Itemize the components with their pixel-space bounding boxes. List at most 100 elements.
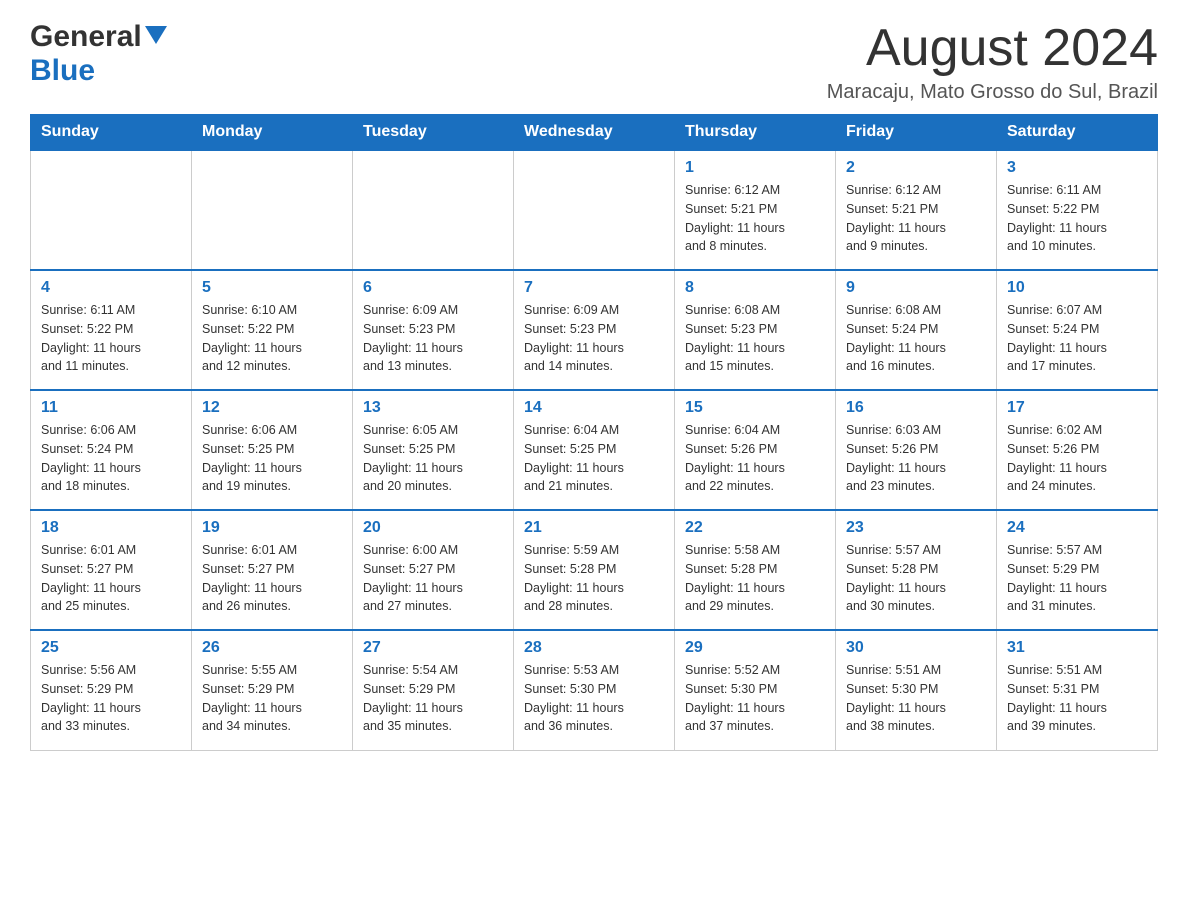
day-number: 18 [41,519,181,537]
calendar-cell: 13 Sunrise: 6:05 AMSunset: 5:25 PMDayligh… [353,390,514,510]
calendar-cell [31,150,192,270]
logo-blue-text: Blue [30,54,95,87]
day-number: 28 [524,639,664,657]
day-number: 25 [41,639,181,657]
day-number: 5 [202,279,342,297]
day-info: Sunrise: 5:52 AMSunset: 5:30 PMDaylight:… [685,661,825,736]
calendar-table: SundayMondayTuesdayWednesdayThursdayFrid… [30,114,1158,751]
calendar-cell: 19Sunrise: 6:01 AMSunset: 5:27 PMDayligh… [192,510,353,630]
day-number: 7 [524,279,664,297]
day-info: Sunrise: 6:06 AMSunset: 5:24 PMDaylight:… [41,421,181,496]
day-number: 24 [1007,519,1147,537]
day-number: 31 [1007,639,1147,657]
day-number: 23 [846,519,986,537]
day-info: Sunrise: 5:55 AMSunset: 5:29 PMDaylight:… [202,661,342,736]
day-number: 20 [363,519,503,537]
day-number: 13 [363,399,503,417]
day-info: Sunrise: 5:58 AMSunset: 5:28 PMDaylight:… [685,541,825,616]
calendar-cell: 20 Sunrise: 6:00 AMSunset: 5:27 PMDayligh… [353,510,514,630]
day-number: 10 [1007,279,1147,297]
calendar-cell: 12 Sunrise: 6:06 AMSunset: 5:25 PMDayligh… [192,390,353,510]
day-number: 6 [363,279,503,297]
calendar-cell: 21Sunrise: 5:59 AMSunset: 5:28 PMDayligh… [514,510,675,630]
calendar-header-sunday: Sunday [31,115,192,151]
calendar-cell: 8 Sunrise: 6:08 AMSunset: 5:23 PMDaylight… [675,270,836,390]
logo-triangle-icon [145,26,167,44]
day-info: Sunrise: 5:56 AMSunset: 5:29 PMDaylight:… [41,661,181,736]
day-info: Sunrise: 6:05 AMSunset: 5:25 PMDaylight:… [363,421,503,496]
day-number: 12 [202,399,342,417]
calendar-header-monday: Monday [192,115,353,151]
day-number: 3 [1007,159,1147,177]
calendar-header-friday: Friday [836,115,997,151]
day-number: 15 [685,399,825,417]
calendar-cell: 1Sunrise: 6:12 AMSunset: 5:21 PMDaylight… [675,150,836,270]
calendar-cell: 15Sunrise: 6:04 AMSunset: 5:26 PMDayligh… [675,390,836,510]
calendar-cell: 10 Sunrise: 6:07 AMSunset: 5:24 PMDayligh… [997,270,1158,390]
calendar-cell: 26 Sunrise: 5:55 AMSunset: 5:29 PMDayligh… [192,630,353,750]
calendar-week-row: 11 Sunrise: 6:06 AMSunset: 5:24 PMDayligh… [31,390,1158,510]
day-info: Sunrise: 5:57 AMSunset: 5:29 PMDaylight:… [1007,541,1147,616]
day-info: Sunrise: 5:51 AMSunset: 5:30 PMDaylight:… [846,661,986,736]
calendar-cell: 2 Sunrise: 6:12 AMSunset: 5:21 PMDaylight… [836,150,997,270]
calendar-cell [192,150,353,270]
day-number: 17 [1007,399,1147,417]
day-number: 22 [685,519,825,537]
calendar-header-tuesday: Tuesday [353,115,514,151]
calendar-cell: 31Sunrise: 5:51 AMSunset: 5:31 PMDayligh… [997,630,1158,750]
location-title: Maracaju, Mato Grosso do Sul, Brazil [827,81,1158,104]
day-info: Sunrise: 6:01 AMSunset: 5:27 PMDaylight:… [41,541,181,616]
day-info: Sunrise: 6:02 AMSunset: 5:26 PMDaylight:… [1007,421,1147,496]
calendar-cell: 18 Sunrise: 6:01 AMSunset: 5:27 PMDayligh… [31,510,192,630]
calendar-cell: 28 Sunrise: 5:53 AMSunset: 5:30 PMDayligh… [514,630,675,750]
day-info: Sunrise: 6:08 AMSunset: 5:24 PMDaylight:… [846,301,986,376]
day-info: Sunrise: 6:00 AMSunset: 5:27 PMDaylight:… [363,541,503,616]
calendar-cell: 14 Sunrise: 6:04 AMSunset: 5:25 PMDayligh… [514,390,675,510]
calendar-body: 1Sunrise: 6:12 AMSunset: 5:21 PMDaylight… [31,150,1158,750]
calendar-cell: 4Sunrise: 6:11 AMSunset: 5:22 PMDaylight… [31,270,192,390]
day-number: 26 [202,639,342,657]
calendar-cell: 22 Sunrise: 5:58 AMSunset: 5:28 PMDayligh… [675,510,836,630]
day-number: 8 [685,279,825,297]
day-number: 30 [846,639,986,657]
calendar-cell: 23 Sunrise: 5:57 AMSunset: 5:28 PMDayligh… [836,510,997,630]
day-info: Sunrise: 6:08 AMSunset: 5:23 PMDaylight:… [685,301,825,376]
day-number: 2 [846,159,986,177]
calendar-cell [514,150,675,270]
calendar-cell: 9Sunrise: 6:08 AMSunset: 5:24 PMDaylight… [836,270,997,390]
day-number: 11 [41,399,181,417]
day-info: Sunrise: 6:11 AMSunset: 5:22 PMDaylight:… [41,301,181,376]
day-number: 29 [685,639,825,657]
day-info: Sunrise: 6:03 AMSunset: 5:26 PMDaylight:… [846,421,986,496]
title-area: August 2024 Maracaju, Mato Grosso do Sul… [827,20,1158,104]
day-info: Sunrise: 6:04 AMSunset: 5:25 PMDaylight:… [524,421,664,496]
calendar-cell: 29 Sunrise: 5:52 AMSunset: 5:30 PMDayligh… [675,630,836,750]
calendar-cell [353,150,514,270]
day-info: Sunrise: 6:10 AMSunset: 5:22 PMDaylight:… [202,301,342,376]
calendar-cell: 17 Sunrise: 6:02 AMSunset: 5:26 PMDayligh… [997,390,1158,510]
day-info: Sunrise: 6:12 AMSunset: 5:21 PMDaylight:… [846,181,986,256]
calendar-week-row: 1Sunrise: 6:12 AMSunset: 5:21 PMDaylight… [31,150,1158,270]
calendar-header-thursday: Thursday [675,115,836,151]
day-info: Sunrise: 6:06 AMSunset: 5:25 PMDaylight:… [202,421,342,496]
day-info: Sunrise: 6:11 AMSunset: 5:22 PMDaylight:… [1007,181,1147,256]
day-info: Sunrise: 6:09 AMSunset: 5:23 PMDaylight:… [524,301,664,376]
day-info: Sunrise: 6:07 AMSunset: 5:24 PMDaylight:… [1007,301,1147,376]
day-number: 19 [202,519,342,537]
logo-general-text: General [30,20,142,54]
calendar-cell: 25 Sunrise: 5:56 AMSunset: 5:29 PMDayligh… [31,630,192,750]
calendar-cell: 11 Sunrise: 6:06 AMSunset: 5:24 PMDayligh… [31,390,192,510]
day-info: Sunrise: 5:57 AMSunset: 5:28 PMDaylight:… [846,541,986,616]
day-info: Sunrise: 6:09 AMSunset: 5:23 PMDaylight:… [363,301,503,376]
calendar-header-row: SundayMondayTuesdayWednesdayThursdayFrid… [31,115,1158,151]
day-number: 14 [524,399,664,417]
calendar-week-row: 25 Sunrise: 5:56 AMSunset: 5:29 PMDayligh… [31,630,1158,750]
calendar-header-wednesday: Wednesday [514,115,675,151]
day-info: Sunrise: 5:54 AMSunset: 5:29 PMDaylight:… [363,661,503,736]
month-title: August 2024 [827,20,1158,77]
calendar-cell: 3 Sunrise: 6:11 AMSunset: 5:22 PMDaylight… [997,150,1158,270]
calendar-week-row: 4Sunrise: 6:11 AMSunset: 5:22 PMDaylight… [31,270,1158,390]
calendar-cell: 27Sunrise: 5:54 AMSunset: 5:29 PMDayligh… [353,630,514,750]
calendar-header-saturday: Saturday [997,115,1158,151]
day-info: Sunrise: 5:53 AMSunset: 5:30 PMDaylight:… [524,661,664,736]
